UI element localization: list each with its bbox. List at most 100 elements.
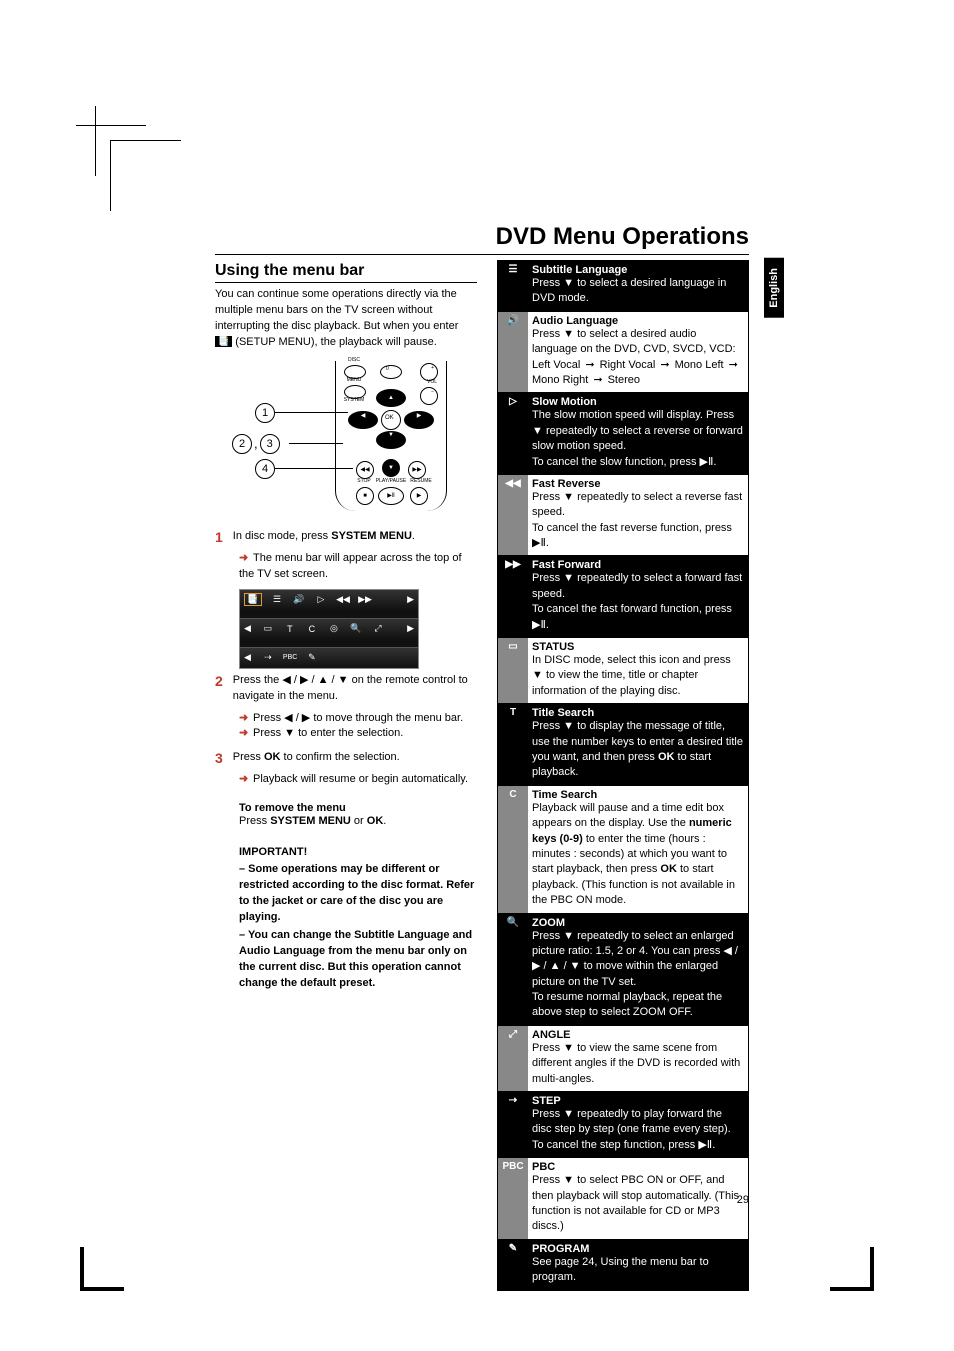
- row-text: Playback will pause and a time edit box …: [532, 801, 744, 909]
- remote-playpause-label: PLAY/PAUSE: [374, 479, 408, 484]
- menu-bar-row-2: ◀ ▭ T C ◎ 🔍 ⤢ ▶: [240, 618, 418, 639]
- remove-b2: OK: [367, 815, 384, 827]
- row-icon: ⤢: [498, 1025, 529, 1091]
- row-title: PBC: [532, 1161, 744, 1173]
- row-title: PROGRAM: [532, 1243, 744, 1255]
- row-title: ANGLE: [532, 1029, 744, 1041]
- manual-page: DVD Menu Operations English Using the me…: [0, 0, 954, 1351]
- row-body: PROGRAMSee page 24, Using the menu bar t…: [528, 1239, 749, 1290]
- remove-menu-title: To remove the menu: [239, 802, 477, 814]
- intro-text-1: You can continue some operations directl…: [215, 288, 458, 332]
- remote-ff-btn: ▶▶: [408, 461, 426, 479]
- remote-right-btn: ▶: [404, 411, 434, 429]
- row-body: Fast ForwardPress ▼ repeatedly to select…: [528, 556, 749, 638]
- row-title: Audio Language: [532, 315, 744, 327]
- intro-paragraph: You can continue some operations directl…: [215, 287, 477, 351]
- mb-scroll-left2-icon: ◀: [244, 652, 251, 663]
- arrow-icon: ➜: [239, 551, 253, 567]
- arrow-icon: ➜: [239, 711, 253, 727]
- row-text: Press ▼ to select a desired language in …: [532, 276, 744, 307]
- remove-mid: or: [351, 815, 367, 827]
- mb-setup-icon: 📑: [244, 593, 262, 606]
- table-row: ☰Subtitle LanguagePress ▼ to select a de…: [498, 261, 749, 312]
- row-text2: To cancel the fast forward function, pre…: [532, 602, 744, 633]
- title-rule: [215, 254, 749, 255]
- table-row: 🔊Audio LanguagePress ▼ to select a desir…: [498, 311, 749, 393]
- remote-playpause-btn: ▶Ⅱ: [378, 487, 404, 505]
- row-icon: ▭: [498, 638, 529, 704]
- row-icon: ▶▶: [498, 556, 529, 638]
- row-body: PBCPress ▼ to select PBC ON or OFF, and …: [528, 1158, 749, 1240]
- row-text: See page 24, Using the menu bar to progr…: [532, 1255, 744, 1286]
- mb-pbc-icon: PBC: [283, 654, 297, 661]
- step-3-pre: Press: [233, 751, 264, 763]
- table-row: 🔍ZOOMPress ▼ repeatedly to select an enl…: [498, 913, 749, 1025]
- table-row: ▷Slow MotionThe slow motion speed will d…: [498, 393, 749, 475]
- row-text: Press ▼ to view the same scene from diff…: [532, 1041, 744, 1087]
- step-3: 3 Press OK to confirm the selection.: [215, 750, 477, 766]
- row-icon: ◀◀: [498, 474, 529, 556]
- step-3-sub-text: Playback will resume or begin automatica…: [253, 773, 468, 785]
- menu-bar-row-1: 📑 ☰ 🔊 ▷ ◀◀ ▶▶ ▶: [240, 590, 418, 610]
- row-body: Fast ReversePress ▼ repeatedly to select…: [528, 474, 749, 556]
- step-2: 2 Press the ◀ / ▶ / ▲ / ▼ on the remote …: [215, 673, 477, 705]
- mb-angle-icon: ⤢: [371, 623, 385, 634]
- table-row: ◀◀Fast ReversePress ▼ repeatedly to sele…: [498, 474, 749, 556]
- row-body: Audio LanguagePress ▼ to select a desire…: [528, 311, 749, 393]
- step-2-sub2: ➜Press ▼ to enter the selection.: [239, 726, 477, 742]
- step-1-bold: SYSTEM MENU: [331, 530, 412, 542]
- remote-minus: −: [431, 390, 434, 395]
- row-body: ANGLEPress ▼ to view the same scene from…: [528, 1025, 749, 1091]
- row-title: Time Search: [532, 789, 744, 801]
- crop-mark-tl: [110, 140, 181, 211]
- important-title: IMPORTANT!: [239, 846, 477, 858]
- row-sequence: Left Vocal ➞ Right Vocal ➞ Mono Left ➞ M…: [532, 358, 744, 389]
- remote-body: DISC 0 + MENU VOL SYSTEM − ▲ ▼ ◀ ▶ OK ◀: [335, 361, 447, 511]
- menu-bar-row-3: ◀ ⇢ PBC ✎: [240, 647, 418, 668]
- remote-resume-label: RESUME: [408, 479, 434, 484]
- step-3-post: to confirm the selection.: [280, 751, 399, 763]
- step-1: 1 In disc mode, press SYSTEM MENU.: [215, 529, 477, 545]
- row-body: Slow MotionThe slow motion speed will di…: [528, 393, 749, 475]
- setup-menu-icon: 📑: [215, 336, 232, 347]
- row-text: Press ▼ repeatedly to select a reverse f…: [532, 490, 744, 521]
- table-row: TTitle SearchPress ▼ to display the mess…: [498, 704, 749, 786]
- arrow-icon: ➜: [239, 772, 253, 788]
- row-icon: 🔊: [498, 311, 529, 393]
- row-text: Press ▼ to display the message of title,…: [532, 719, 744, 781]
- row-title: Title Search: [532, 707, 744, 719]
- callout-2: 2: [232, 434, 252, 454]
- row-text2: To cancel the slow function, press ▶Ⅱ.: [532, 455, 744, 470]
- row-text: Press ▼ repeatedly to play forward the d…: [532, 1107, 744, 1153]
- step-3-sub: ➜Playback will resume or begin automatic…: [239, 772, 477, 788]
- section-heading: Using the menu bar: [215, 262, 477, 283]
- page-title: DVD Menu Operations: [496, 223, 749, 251]
- table-row: CTime SearchPlayback will pause and a ti…: [498, 785, 749, 913]
- mb-title-icon: T: [283, 624, 297, 634]
- remote-stop-btn: ■: [356, 487, 374, 505]
- table-row: ⤢ANGLEPress ▼ to view the same scene fro…: [498, 1025, 749, 1091]
- row-icon: 🔍: [498, 913, 529, 1025]
- important-p1: – Some operations may be different or re…: [239, 862, 477, 926]
- table-row: ⇢STEPPress ▼ repeatedly to play forward …: [498, 1092, 749, 1158]
- step-1-post: .: [412, 530, 415, 542]
- callout-1: 1: [255, 403, 275, 423]
- step-1-pre: In disc mode, press: [233, 530, 331, 542]
- remote-zero-label: 0: [386, 367, 389, 372]
- mb-program-icon: ✎: [305, 652, 319, 663]
- row-title: Slow Motion: [532, 396, 744, 408]
- mb-ff-icon: ▶▶: [358, 594, 372, 605]
- remote-plus: +: [431, 366, 434, 371]
- row-body: STATUSIn DISC mode, select this icon and…: [528, 638, 749, 704]
- step-3-num: 3: [215, 750, 223, 766]
- row-icon: ✎: [498, 1239, 529, 1290]
- remote-vol-label: VOL: [422, 380, 442, 385]
- step-1-sub: ➜The menu bar will appear across the top…: [239, 551, 477, 583]
- remote-stop-label: STOP: [354, 479, 374, 484]
- step-2-sub1: ➜Press ◀ / ▶ to move through the menu ba…: [239, 711, 477, 727]
- row-body: Time SearchPlayback will pause and a tim…: [528, 785, 749, 913]
- mb-rev-icon: ◀◀: [336, 594, 350, 605]
- row-body: Subtitle LanguagePress ▼ to select a des…: [528, 261, 749, 312]
- remove-post: .: [383, 815, 386, 827]
- row-icon: ☰: [498, 261, 529, 312]
